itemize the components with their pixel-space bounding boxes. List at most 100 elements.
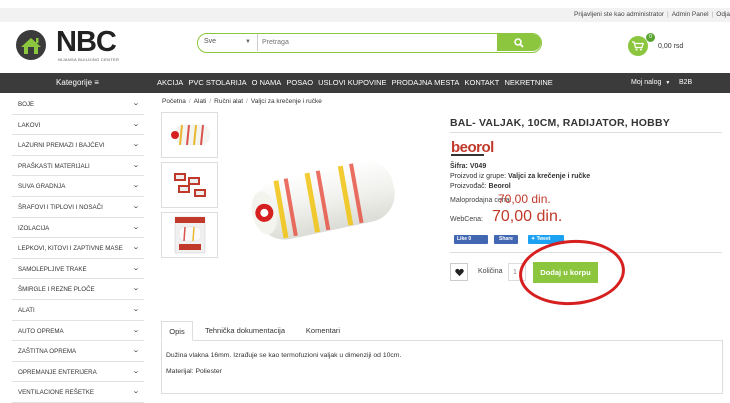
chevron-down-icon[interactable]: ⌄ [132,99,140,107]
breadcrumb-alati[interactable]: Alati [194,98,207,105]
category-sidebar: BOJE ⌄ LAKOVI ⌄ LAZURNI PREMAZI I BAJĆEVI ⌄… [12,94,144,403]
sidebar-item-samolepljive-trake[interactable]: SAMOLEPLJIVE TRAKE ⌄ [12,259,144,280]
nav-item-posao[interactable]: POSAO [286,78,313,87]
sidebar-item-srafovi[interactable]: ŠRAFOVI I TIPLOVI I NOSAČI ⌄ [12,197,144,218]
chevron-down-icon[interactable]: ⌄ [132,181,140,189]
top-bar: Prijavljeni ste kao administrator | Admin … [0,8,730,22]
nav-item-prodajna-mesta[interactable]: PRODAJNA MESTA [392,78,460,87]
header: NBC NIJANSA BUILDING CENTER Sve ▼ 0 0,00… [0,22,730,70]
logo[interactable]: NBC NIJANSA BUILDING CENTER [12,27,122,63]
sidebar-item-label: BOJE [18,101,35,108]
sidebar-item-boje[interactable]: BOJE ⌄ [12,94,144,115]
logged-in-text: Prijavljeni ste kao administrator [574,11,664,18]
retail-price: 70,00 din. [498,192,551,206]
sidebar-item-alati[interactable]: ALATI ⌄ [12,300,144,321]
sidebar-item-label: ŠMIRGLE I REZNE PLOČE [18,286,95,294]
admin-panel-link[interactable]: Admin Panel [672,11,709,18]
chevron-down-icon[interactable]: ⌄ [132,161,140,169]
search-icon [514,38,524,48]
search-category-value: Sve [204,38,217,45]
chevron-down-icon[interactable]: ⌄ [132,140,140,148]
material-text: Materijal: Poliester [166,368,222,375]
web-price-label: WebCena: [450,216,483,223]
product-group: Proizvod iz grupe: Valjci za krečenje i … [450,173,590,180]
title-divider [450,132,722,133]
sidebar-item-label: SAMOLEPLJIVE TRAKE [18,265,87,273]
sidebar-item-ventilacione-resetke[interactable]: VENTILACIONE REŠETKE ⌄ [12,382,144,403]
product-thumbnail[interactable] [161,212,218,258]
chevron-down-icon[interactable]: ⌄ [132,284,140,292]
description-panel: Dužina vlakna 16mm. Izrađuje se kao term… [161,341,723,394]
sidebar-item-label: OPREMANJE ENTERIJERA [18,368,97,376]
sidebar-item-lazurni-premazi[interactable]: LAZURNI PREMAZI I BAJĆEVI ⌄ [12,135,144,156]
cart-icon [632,41,644,51]
cart[interactable]: 0 0,00 rsd [628,33,708,58]
sidebar-item-smirgle[interactable]: ŠMIRGLE I REZNE PLOČE ⌄ [12,279,144,300]
breadcrumb: Početna / Alati / Ručni alat / Valjci za kreče… [162,98,322,105]
chevron-down-icon[interactable]: ⌄ [132,367,140,375]
nav-item-nekretnine[interactable]: NEKRETNINE [504,78,552,87]
chevron-down-icon[interactable]: ⌄ [132,243,140,251]
nav-item-akcija[interactable]: AKCIJA [157,78,183,87]
facebook-share-button[interactable]: Share [494,235,518,244]
nav-item-uslovi-kupovine[interactable]: USLOVI KUPOVINE [318,78,386,87]
chevron-down-icon[interactable]: ⌄ [132,264,140,272]
logout-link[interactable]: Odja [716,11,730,18]
sidebar-item-izolacija[interactable]: IZOLACIJA ⌄ [12,218,144,239]
maker-value[interactable]: Beorol [489,183,511,190]
sidebar-item-lakovi[interactable]: LAKOVI ⌄ [12,115,144,136]
chevron-down-icon[interactable]: ⌄ [132,223,140,231]
sidebar-item-opremanje-enterijera[interactable]: OPREMANJE ENTERIJERA ⌄ [12,362,144,383]
wishlist-button[interactable] [450,263,468,281]
b2b-link[interactable]: B2B [679,73,692,93]
group-label: Proizvod iz grupe: [450,173,507,180]
sidebar-item-auto-oprema[interactable]: AUTO OPREMA ⌄ [12,321,144,342]
main-nav: Kategorije ≡ AKCIJA PVC STOLARIJA O NAMA… [0,73,730,93]
house-logo-icon [16,30,46,60]
sidebar-item-lepkovi[interactable]: LEPKOVI, KITOVI I ZAPTIVNE MASE ⌄ [12,238,144,259]
nav-item-pvc-stolarija[interactable]: PVC STOLARIJA [188,78,246,87]
chevron-down-icon[interactable]: ⌄ [132,305,140,313]
group-link[interactable]: Valjci za krečenje i ručke [508,173,590,180]
sidebar-item-label: SUVA GRADNJA [18,183,66,191]
tab-komentari[interactable]: Komentari [297,321,349,341]
sidebar-item-label: LEPKOVI, KITOVI I ZAPTIVNE MASE [18,245,123,253]
tab-opis[interactable]: Opis [161,321,193,341]
breadcrumb-rucni-alat[interactable]: Ručni alat [214,98,243,105]
sidebar-item-suva-gradnja[interactable]: SUVA GRADNJA ⌄ [12,176,144,197]
heart-icon [455,268,464,277]
product-thumbnails [161,112,219,262]
cart-count-badge: 0 [646,33,655,42]
breadcrumb-home[interactable]: Početna [162,98,186,105]
cart-button[interactable] [628,36,648,56]
sidebar-item-label: IZOLACIJA [18,224,50,232]
chevron-down-icon[interactable]: ⌄ [132,326,140,334]
quantity-label: Količina [478,268,503,275]
account-menu[interactable]: Moj nalog ▼ [631,73,670,93]
breadcrumb-current[interactable]: Valjci za krečenje i ručke [251,98,322,105]
chevron-down-icon[interactable]: ⌄ [132,387,140,395]
sidebar-item-label: LAKOVI [18,121,41,129]
product-main-image[interactable] [231,140,411,270]
search-category-select[interactable]: Sve ▼ [198,34,258,51]
product-title: BAL- VALJAK, 10CM, RADIJATOR, HOBBY [450,117,670,129]
chevron-down-icon[interactable]: ⌄ [132,202,140,210]
product-tabs: Opis Tehnička dokumentacija Komentari [161,321,723,341]
sidebar-item-zastitna-oprema[interactable]: ZAŠTITNA OPREMA ⌄ [12,341,144,362]
chevron-down-icon[interactable]: ⌄ [132,120,140,128]
facebook-like-button[interactable]: Like 0 [454,235,488,244]
nav-item-kontakt[interactable]: KONTAKT [464,78,499,87]
product-thumbnail[interactable] [161,112,218,158]
product-thumbnail[interactable] [161,162,218,208]
description-text: Dužina vlakna 16mm. Izrađuje se kao term… [166,352,402,359]
web-price: 70,00 din. [492,208,563,225]
categories-toggle[interactable]: Kategorije ≡ [0,73,155,93]
search-input[interactable] [260,34,490,51]
sidebar-item-label: VENTILACIONE REŠETKE [18,389,94,397]
tab-tehnicka-dokumentacija[interactable]: Tehnička dokumentacija [197,321,293,341]
cart-amount: 0,00 rsd [658,43,684,50]
sidebar-item-praskasti-materijali[interactable]: PRAŠKASTI MATERIJALI ⌄ [12,156,144,177]
nav-item-o-nama[interactable]: O NAMA [252,78,282,87]
chevron-down-icon[interactable]: ⌄ [132,346,140,354]
search-button[interactable] [497,34,541,51]
